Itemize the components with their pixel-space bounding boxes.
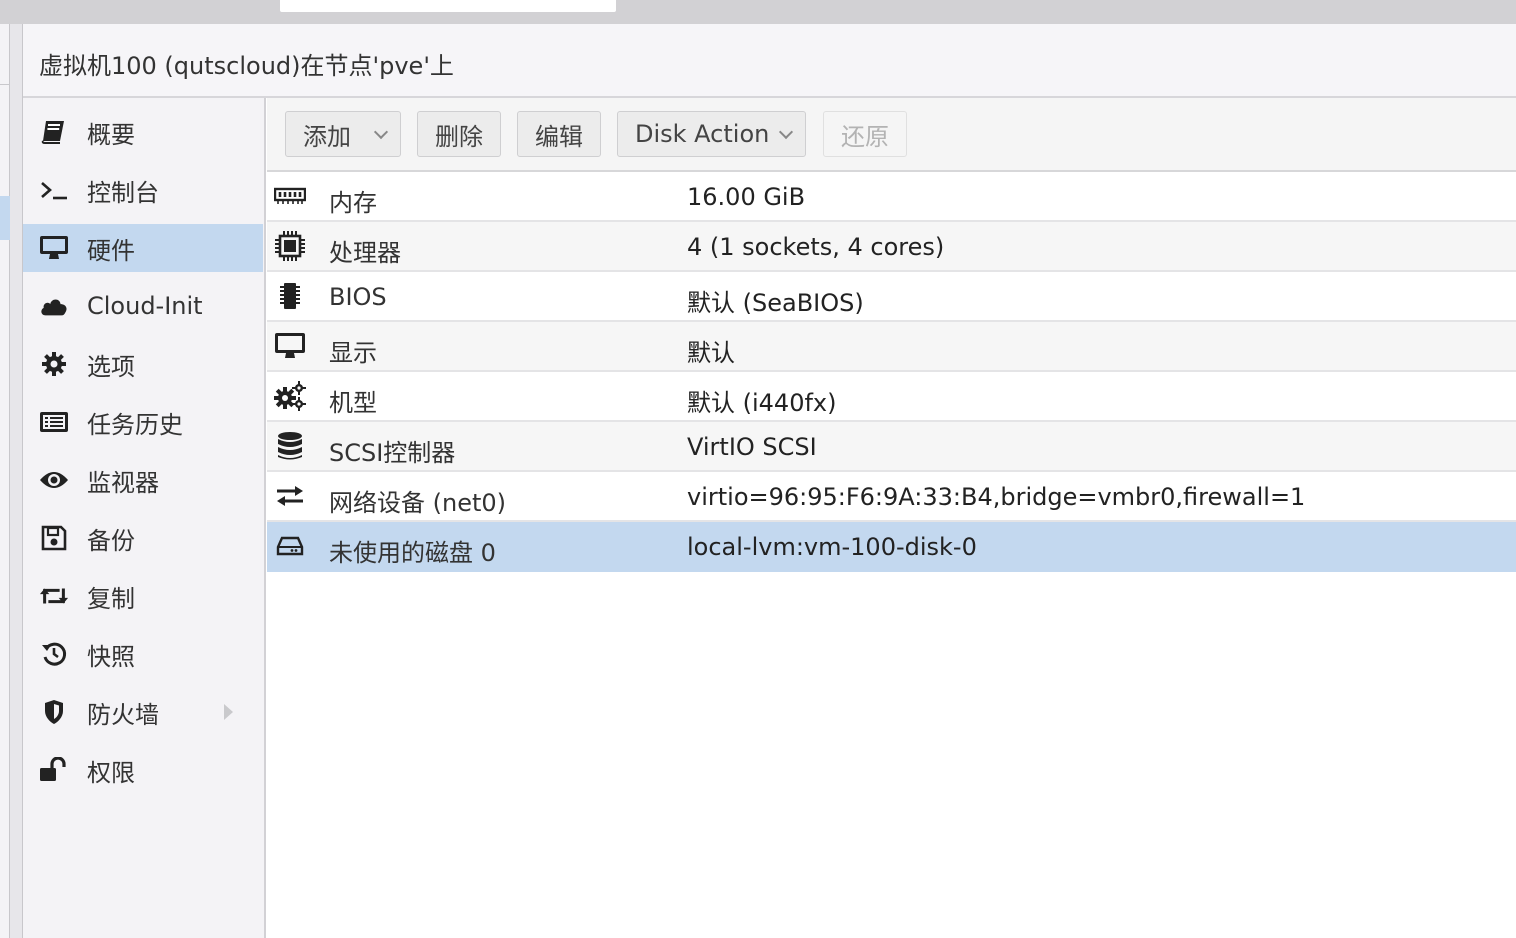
vm-panel: 虚拟机100 (qutscloud)在节点'pve'上 概要 控制台 硬件 Cl… — [22, 24, 1516, 938]
row-name: 处理器 — [329, 239, 401, 267]
sidebar-item-task-history[interactable]: 任务历史 — [23, 398, 263, 446]
terminal-icon — [39, 175, 69, 205]
hardware-toolbar: 添加 删除 编辑 Disk Action 还原 — [267, 98, 1516, 172]
table-row[interactable]: 内存 16.00 GiB — [267, 172, 1516, 222]
sidebar-item-label: 复制 — [87, 584, 135, 613]
hardware-table: 内存 16.00 GiB 处理器 4 (1 sockets, 4 cores) … — [267, 172, 1516, 572]
row-value: local-lvm:vm-100-disk-0 — [687, 533, 977, 561]
row-name: 显示 — [329, 339, 377, 367]
vm-nav-sidebar: 概要 控制台 硬件 Cloud-Init 选项 任务历史 监视器 备份 复制 快… — [23, 98, 266, 938]
sidebar-item-label: 选项 — [87, 352, 135, 381]
floppy-disk-icon — [39, 523, 69, 553]
resource-tree-selected-node[interactable] — [0, 196, 10, 240]
page-title: 虚拟机100 (qutscloud)在节点'pve'上 — [39, 52, 454, 80]
table-row[interactable]: 未使用的磁盘 0 local-lvm:vm-100-disk-0 — [267, 522, 1516, 572]
disk-action-button[interactable]: Disk Action — [617, 111, 806, 157]
row-name: SCSI控制器 — [329, 439, 456, 467]
add-button[interactable]: 添加 — [285, 111, 401, 157]
row-value: VirtIO SCSI — [687, 433, 817, 461]
sidebar-item-snapshots[interactable]: 快照 — [23, 630, 263, 678]
row-value: 默认 (SeaBIOS) — [687, 289, 864, 317]
edit-button[interactable]: 编辑 — [517, 111, 601, 157]
table-row[interactable]: 显示 默认 — [267, 322, 1516, 372]
unlock-icon — [39, 755, 69, 785]
row-value: virtio=96:95:F6:9A:33:B4,bridge=vmbr0,fi… — [687, 483, 1306, 511]
hardware-panel: 添加 删除 编辑 Disk Action 还原 内存 16.00 GiB 处理器… — [267, 98, 1516, 938]
sidebar-item-label: 权限 — [87, 758, 135, 787]
sidebar-item-console[interactable]: 控制台 — [23, 166, 263, 214]
row-value: 默认 — [687, 339, 735, 367]
sidebar-item-label: 快照 — [87, 642, 135, 671]
row-name: 未使用的磁盘 0 — [329, 539, 496, 567]
sidebar-item-label: 任务历史 — [87, 410, 183, 439]
desktop-icon — [39, 233, 69, 263]
sidebar-item-monitor[interactable]: 监视器 — [23, 456, 263, 504]
row-value: 16.00 GiB — [687, 183, 806, 211]
hdd-icon — [273, 531, 307, 561]
expand-arrow-icon[interactable] — [224, 704, 233, 720]
microchip-icon — [273, 281, 307, 311]
sidebar-item-backup[interactable]: 备份 — [23, 514, 263, 562]
add-button-label: 添加 — [303, 122, 351, 151]
sidebar-item-options[interactable]: 选项 — [23, 340, 263, 388]
book-icon — [39, 117, 69, 147]
row-value: 4 (1 sockets, 4 cores) — [687, 233, 945, 261]
revert-button-label: 还原 — [841, 122, 889, 151]
sidebar-item-label: 备份 — [87, 526, 135, 555]
sidebar-item-cloud-init[interactable]: Cloud-Init — [23, 282, 263, 330]
table-row[interactable]: 处理器 4 (1 sockets, 4 cores) — [267, 222, 1516, 272]
sidebar-item-hardware[interactable]: 硬件 — [23, 224, 263, 272]
sidebar-item-label: 控制台 — [87, 178, 159, 207]
sidebar-item-label: 防火墙 — [87, 700, 159, 729]
eye-icon — [39, 465, 69, 495]
sidebar-item-label: 硬件 — [87, 236, 135, 265]
splitter[interactable] — [10, 24, 22, 938]
chevron-down-icon — [778, 124, 794, 140]
sidebar-item-label: 概要 — [87, 120, 135, 149]
sidebar-item-label: Cloud-Init — [87, 292, 203, 320]
sidebar-item-summary[interactable]: 概要 — [23, 108, 263, 156]
row-name: BIOS — [329, 283, 387, 311]
search-input[interactable] — [280, 0, 616, 12]
shield-icon — [39, 697, 69, 727]
exchange-icon — [273, 481, 307, 511]
gears-icon — [273, 381, 307, 411]
edit-button-label: 编辑 — [535, 122, 583, 151]
panel-header: 虚拟机100 (qutscloud)在节点'pve'上 — [23, 24, 1516, 98]
row-name: 网络设备 (net0) — [329, 489, 507, 517]
list-icon — [39, 407, 69, 437]
desktop-icon — [273, 331, 307, 361]
sidebar-item-replication[interactable]: 复制 — [23, 572, 263, 620]
table-row[interactable]: BIOS 默认 (SeaBIOS) — [267, 272, 1516, 322]
sidebar-item-permissions[interactable]: 权限 — [23, 746, 263, 794]
cloud-icon — [39, 291, 69, 321]
gear-icon — [39, 349, 69, 379]
delete-button-label: 删除 — [435, 122, 483, 151]
row-value: 默认 (i440fx) — [687, 389, 837, 417]
history-icon — [39, 639, 69, 669]
sidebar-item-label: 监视器 — [87, 468, 159, 497]
table-row[interactable]: SCSI控制器 VirtIO SCSI — [267, 422, 1516, 472]
row-name: 机型 — [329, 389, 377, 417]
revert-button[interactable]: 还原 — [823, 111, 907, 157]
row-name: 内存 — [329, 189, 377, 217]
sidebar-item-firewall[interactable]: 防火墙 — [23, 688, 263, 736]
disk-action-button-label: Disk Action — [635, 120, 770, 148]
table-row[interactable]: 机型 默认 (i440fx) — [267, 372, 1516, 422]
chevron-down-icon — [373, 124, 389, 140]
delete-button[interactable]: 删除 — [417, 111, 501, 157]
resource-tree-edge — [0, 24, 10, 938]
top-bar — [0, 0, 1516, 24]
table-row[interactable]: 网络设备 (net0) virtio=96:95:F6:9A:33:B4,bri… — [267, 472, 1516, 522]
memory-icon — [273, 181, 307, 211]
retweet-icon — [39, 581, 69, 611]
cpu-icon — [273, 231, 307, 261]
database-icon — [273, 431, 307, 461]
